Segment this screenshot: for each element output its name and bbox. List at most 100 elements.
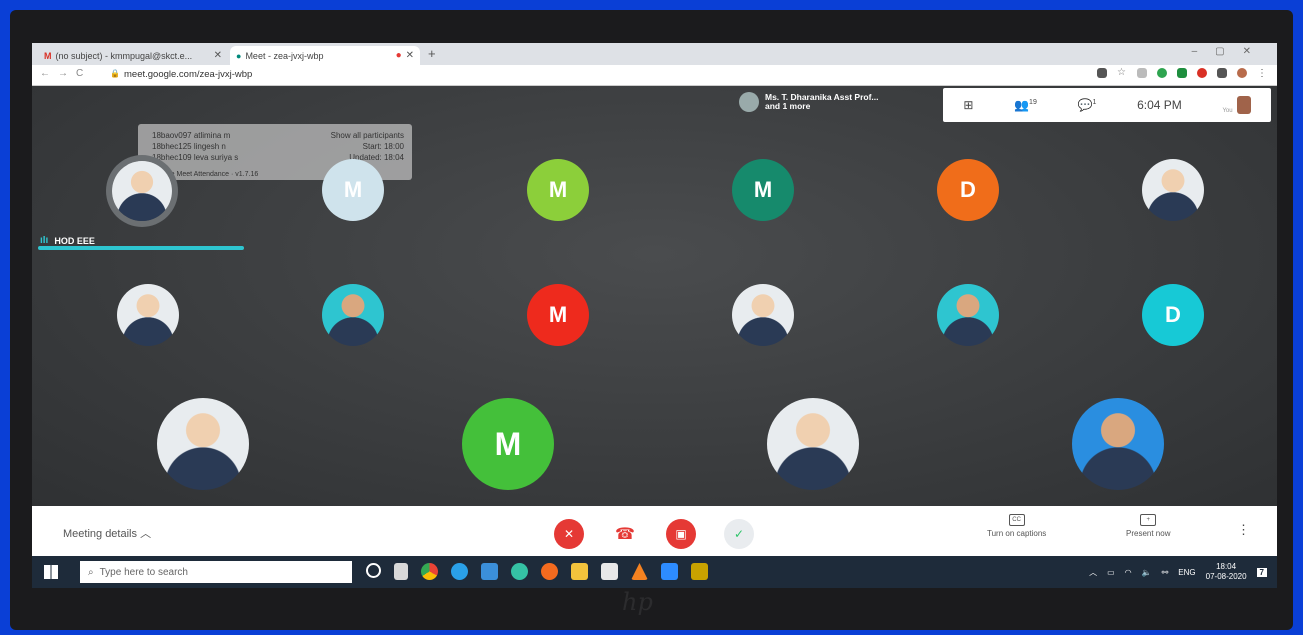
participant-tile[interactable]: [157, 398, 249, 490]
show-all-button[interactable]: Show all participants: [331, 130, 404, 141]
meeting-details-button[interactable]: Meeting details ︿: [63, 525, 151, 541]
star-icon[interactable]: ☆: [1117, 68, 1127, 78]
self-view[interactable]: You: [1222, 96, 1251, 114]
participant-tile[interactable]: [322, 284, 384, 346]
app-icon[interactable]: [691, 563, 708, 580]
key-icon[interactable]: [1097, 68, 1107, 78]
list-item: 18baov097 atlimina m: [152, 131, 231, 140]
speaker-icon[interactable]: 🔈: [1142, 568, 1152, 577]
task-view-icon[interactable]: [394, 563, 408, 580]
participant-tile[interactable]: M: [462, 398, 554, 490]
present-button[interactable]: + Present now: [1126, 514, 1170, 538]
participant-tile[interactable]: [937, 284, 999, 346]
firefox-icon[interactable]: [541, 563, 558, 580]
vlc-icon[interactable]: [631, 563, 648, 580]
participant-tile[interactable]: M: [322, 159, 384, 221]
tab-gmail[interactable]: M (no subject) - kmmpugal@skct.e... ✕: [38, 46, 228, 65]
layout-icon[interactable]: ⊞: [963, 98, 973, 112]
battery-icon[interactable]: ▭: [1107, 568, 1115, 577]
language-indicator[interactable]: ENG: [1178, 568, 1195, 577]
checkmark-button[interactable]: ✓: [724, 519, 754, 549]
captions-icon: CC: [1008, 514, 1025, 526]
url-field[interactable]: meet.google.com/zea-jvxj-wbp: [124, 69, 252, 80]
chevron-up-icon: ︿: [140, 528, 152, 540]
phone-icon: ☎: [615, 526, 635, 543]
participant-tile[interactable]: [117, 284, 179, 346]
captions-button[interactable]: CC Turn on captions: [987, 514, 1046, 538]
tile-letter: M: [343, 177, 363, 202]
speaker-indicator: [38, 246, 244, 250]
mic-button[interactable]: ✕: [554, 519, 584, 549]
meet-icon: ●: [236, 50, 242, 61]
cart-icon[interactable]: [1137, 68, 1147, 78]
zoom-icon[interactable]: [661, 563, 678, 580]
tile-letter: D: [960, 177, 976, 202]
list-item: 18bhec109 leva suriya s: [152, 153, 239, 162]
close-icon[interactable]: ✕: [214, 50, 222, 61]
close-icon[interactable]: ✕: [406, 50, 414, 61]
chat-badge: 1: [1092, 99, 1097, 106]
participant-tile[interactable]: M: [732, 159, 794, 221]
extension-red-icon[interactable]: [1197, 68, 1207, 78]
clock[interactable]: 18:04 07-08-2020: [1206, 562, 1247, 582]
camera-button[interactable]: ▣: [666, 519, 696, 549]
audio-wave-icon: ıIı: [40, 235, 49, 246]
presenter-sub: and 1 more: [765, 101, 811, 111]
puzzle-icon[interactable]: [1217, 68, 1227, 78]
new-tab-button[interactable]: +: [428, 46, 436, 61]
wifi-icon[interactable]: ◠: [1125, 568, 1132, 577]
notification-icon[interactable]: 7: [1256, 567, 1267, 577]
people-button[interactable]: 👥19: [1014, 98, 1037, 112]
participant-tile[interactable]: M: [527, 159, 589, 221]
participant-tile[interactable]: D: [937, 159, 999, 221]
participant-tile[interactable]: D: [1142, 284, 1204, 346]
participant-tile[interactable]: [1142, 159, 1204, 221]
hangup-button[interactable]: ☎: [610, 519, 640, 549]
edge-icon[interactable]: [451, 563, 468, 580]
tile-letter: M: [753, 177, 773, 202]
window-controls[interactable]: –▢✕: [1192, 46, 1269, 57]
meet-control-bar: Meeting details ︿ ✕ ☎ ▣ ✓ CC Turn on cap…: [32, 506, 1277, 556]
mic-off-icon: ✕: [563, 527, 575, 541]
taskbar-apps: [366, 563, 708, 580]
active-speaker-label: ıIı HOD EEE: [40, 235, 95, 246]
check-icon: ✓: [733, 527, 745, 541]
tab-meet[interactable]: ● Meet - zea-jvxj-wbp ● ✕: [230, 46, 420, 65]
windows-start-icon[interactable]: [44, 565, 58, 579]
tile-letter: M: [548, 177, 568, 202]
tile-letter: D: [1165, 302, 1181, 327]
shield-icon[interactable]: [1157, 68, 1167, 78]
start-time: Start: 18:00: [362, 142, 404, 151]
tile-letter: M: [494, 425, 522, 462]
more-options-icon[interactable]: ⋮: [1237, 522, 1250, 538]
chrome-icon[interactable]: [421, 563, 438, 580]
participant-tile[interactable]: [767, 398, 859, 490]
tile-letter: M: [548, 302, 568, 327]
taskbar-search[interactable]: ⌕ Type here to search: [80, 561, 352, 583]
attendance-list: 18baov097 atlimina m 18bhec125 lingesh n…: [152, 130, 238, 163]
meet-top-bar: ⊞ 👥19 💬1 6:04 PM You: [943, 88, 1271, 122]
check-icon[interactable]: [1177, 68, 1187, 78]
avatar[interactable]: [1237, 68, 1247, 78]
chevron-up-icon[interactable]: ︿: [1089, 567, 1097, 578]
search-placeholder: Type here to search: [99, 566, 188, 578]
presenter-info[interactable]: Ms. T. Dharanika Asst Prof... and 1 more: [739, 92, 879, 112]
attendance-controls: Show all participants Start: 18:00 Updat…: [331, 130, 404, 163]
avatar: [1236, 96, 1251, 114]
menu-icon[interactable]: ⋮: [1257, 68, 1267, 79]
maps-icon[interactable]: [511, 563, 528, 580]
meeting-details-label: Meeting details: [63, 528, 137, 540]
chat-button[interactable]: 💬1: [1078, 98, 1097, 112]
participant-tile[interactable]: [1072, 398, 1164, 490]
cortana-icon[interactable]: [366, 563, 381, 578]
participant-tile[interactable]: [112, 161, 172, 221]
participant-tile[interactable]: M: [527, 284, 589, 346]
store-icon[interactable]: [601, 563, 618, 580]
mail-icon[interactable]: [481, 563, 498, 580]
nav-buttons[interactable]: ←→C: [40, 68, 91, 79]
tab-bar: M (no subject) - kmmpugal@skct.e... ✕ ● …: [32, 43, 1277, 65]
tab-label: Meet - zea-jvxj-wbp: [245, 50, 324, 61]
file-explorer-icon[interactable]: [571, 563, 588, 580]
participant-tile[interactable]: [732, 284, 794, 346]
network-icon[interactable]: ⚯: [1162, 568, 1169, 577]
